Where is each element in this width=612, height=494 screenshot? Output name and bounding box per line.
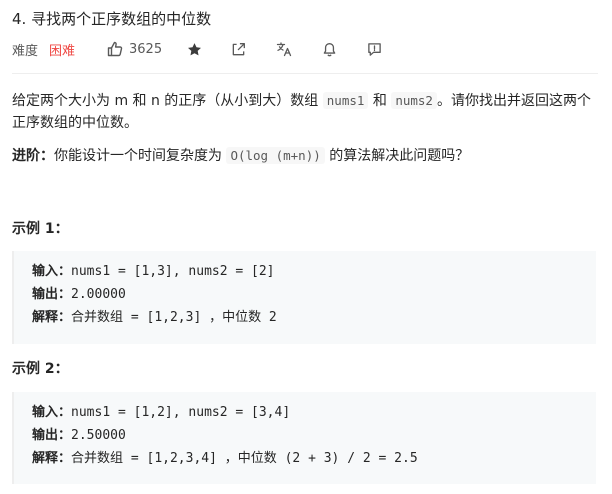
example-2-block: 输入：nums1 = [1,2], nums2 = [3,4] 输出：2.500… [12, 392, 596, 484]
example-explanation-line: 解释：合并数组 = [1,2,3,4] ，中位数 (2 + 3) / 2 = 2… [32, 447, 596, 470]
difficulty-badge: 困难 [49, 43, 76, 59]
example-2-title: 示例 2： [12, 361, 69, 377]
follow-up-text: 你能设计一个时间复杂度为 [54, 148, 227, 164]
follow-up-text: 的算法解决此问题吗？ [324, 148, 470, 164]
problem-title: 4. 寻找两个正序数组的中位数 [12, 10, 212, 28]
input-label: 输入： [32, 264, 72, 279]
explanation-value: 合并数组 = [1,2,3,4] ，中位数 (2 + 3) / 2 = 2.5 [71, 451, 418, 466]
problem-meta-bar: 难度 困难 3625 [12, 38, 381, 60]
like-button[interactable]: 3625 [107, 38, 162, 60]
problem-description: 给定两个大小为 m 和 n 的正序（从小到大）数组 nums1 和 nums2。… [12, 90, 602, 134]
explanation-label: 解释： [32, 310, 72, 325]
explanation-value: 合并数组 = [1,2,3] ，中位数 2 [71, 310, 277, 325]
share-icon [231, 42, 246, 57]
feedback-button[interactable] [367, 38, 382, 60]
example-explanation-line: 解释：合并数组 = [1,2,3] ，中位数 2 [32, 306, 596, 329]
star-icon [187, 42, 202, 57]
example-input-line: 输入：nums1 = [1,3], nums2 = [2] [32, 260, 596, 283]
inline-code-complexity: O(log (m+n)) [226, 147, 325, 164]
example-1-title: 示例 1： [12, 221, 69, 237]
explanation-label: 解释： [32, 451, 72, 466]
header-divider [12, 73, 598, 74]
inline-code-nums2: nums2 [391, 92, 437, 109]
follow-up-label: 进阶： [12, 148, 54, 164]
input-value: nums1 = [1,2], nums2 = [3,4] [71, 405, 291, 420]
likes-count: 3625 [129, 41, 163, 57]
favorite-button[interactable] [187, 38, 202, 60]
output-value: 2.50000 [71, 428, 126, 443]
example-output-line: 输出：2.50000 [32, 424, 596, 447]
input-label: 输入： [32, 405, 72, 420]
feedback-icon [367, 42, 382, 57]
output-value: 2.00000 [71, 287, 126, 302]
inline-code-nums1: nums1 [322, 92, 369, 109]
output-label: 输出： [32, 287, 72, 302]
description-text: 和 [368, 93, 392, 109]
input-value: nums1 = [1,3], nums2 = [2] [71, 264, 275, 279]
difficulty-label: 难度 [12, 43, 39, 59]
example-output-line: 输出：2.00000 [32, 283, 596, 306]
share-button[interactable] [231, 38, 246, 60]
translate-icon [276, 41, 292, 57]
follow-up-note: 进阶：你能设计一个时间复杂度为 O(log (m+n)) 的算法解决此问题吗？ [12, 145, 602, 167]
thumbs-up-icon [107, 41, 123, 57]
description-text: 给定两个大小为 m 和 n 的正序（从小到大）数组 [12, 93, 323, 109]
example-input-line: 输入：nums1 = [1,2], nums2 = [3,4] [32, 401, 596, 424]
example-1-block: 输入：nums1 = [1,3], nums2 = [2] 输出：2.00000… [12, 251, 596, 344]
subscribe-button[interactable] [322, 38, 337, 60]
output-label: 输出： [32, 428, 72, 443]
translate-button[interactable] [276, 38, 292, 60]
bell-icon [322, 42, 337, 57]
